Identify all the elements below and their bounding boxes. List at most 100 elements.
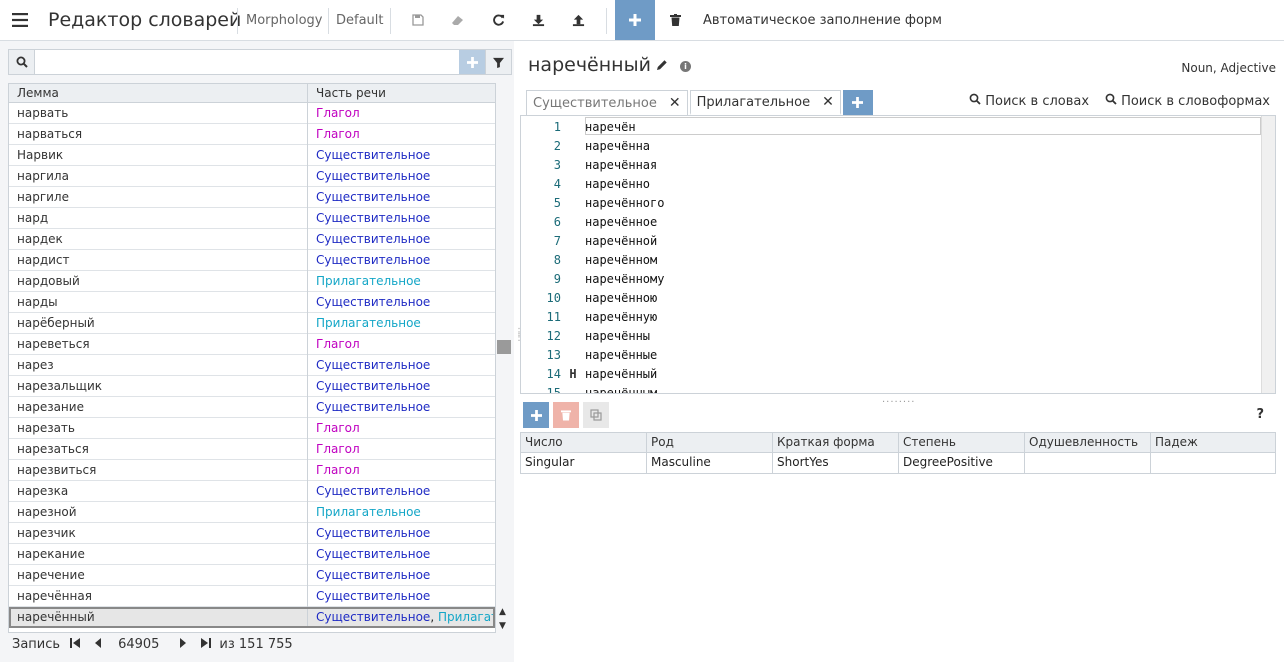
editor-line[interactable]: 1 наречён <box>521 117 1261 136</box>
tab-noun[interactable]: Существительное ✕ <box>526 90 688 115</box>
scroll-up-icon[interactable]: ▲ <box>499 607 506 617</box>
table-row[interactable]: нарезка Существительное <box>9 480 495 502</box>
table-row[interactable]: нареветься Глагол <box>9 333 495 355</box>
editor-line[interactable]: 5 наречённого <box>521 193 1261 212</box>
save-icon[interactable] <box>400 0 436 40</box>
table-row[interactable]: нарезаться Глагол <box>9 438 495 460</box>
editor-line[interactable]: 11 наречённую <box>521 307 1261 326</box>
editor-line[interactable]: 10 наречённою <box>521 288 1261 307</box>
table-row[interactable]: нарды Существительное <box>9 291 495 313</box>
lemma-cell: нарез <box>9 354 308 376</box>
table-row[interactable]: наргиле Существительное <box>9 186 495 208</box>
column-header[interactable]: Род <box>647 433 773 452</box>
upload-icon[interactable] <box>560 0 596 40</box>
last-page-icon[interactable] <box>201 637 212 652</box>
lemma-cell: нарезчик <box>9 522 308 544</box>
download-icon[interactable] <box>520 0 556 40</box>
breadcrumb-default[interactable]: Default <box>336 0 384 40</box>
search-in-words-button[interactable]: Поиск в словах <box>969 93 1089 109</box>
record-number-input[interactable]: 64905 <box>118 637 159 652</box>
info-icon[interactable]: i <box>680 61 691 72</box>
search-in-forms-button[interactable]: Поиск в словоформах <box>1105 93 1270 109</box>
table-row[interactable]: наречённая Существительное <box>9 585 495 607</box>
editor-line[interactable]: 9 наречённому <box>521 269 1261 288</box>
add-feature-button[interactable] <box>523 402 549 428</box>
prev-page-icon[interactable] <box>94 637 102 652</box>
feature-value-cell[interactable] <box>1025 453 1151 473</box>
delete-feature-button[interactable] <box>553 402 579 428</box>
feature-value-cell[interactable]: ShortYes <box>773 453 899 473</box>
editor-line[interactable]: 15 наречённым <box>521 383 1261 394</box>
table-row[interactable]: нарёберный Прилагательное <box>9 312 495 334</box>
editor-line[interactable]: 4 наречённо <box>521 174 1261 193</box>
add-entry-button[interactable] <box>615 0 655 40</box>
editor-line[interactable]: 14 Ннаречённый <box>521 364 1261 383</box>
trash-icon[interactable] <box>657 0 693 40</box>
table-row[interactable]: нарвать Глагол <box>9 102 495 124</box>
pos-cell: Существительное <box>316 357 431 372</box>
next-page-icon[interactable] <box>179 637 187 652</box>
editor-line[interactable]: 13 наречённые <box>521 345 1261 364</box>
table-row[interactable]: нарезвиться Глагол <box>9 459 495 481</box>
pencil-icon[interactable] <box>656 59 668 75</box>
wordform-text: наречённого <box>585 195 665 210</box>
breadcrumb-morphology[interactable]: Morphology <box>246 0 322 40</box>
column-header-lemma[interactable]: Лемма <box>9 84 308 102</box>
feature-value-cell[interactable]: Masculine <box>647 453 773 473</box>
table-row[interactable]: нард Существительное <box>9 207 495 229</box>
table-row[interactable]: нарезать Глагол <box>9 417 495 439</box>
first-page-icon[interactable] <box>70 637 81 652</box>
search-icon[interactable] <box>9 50 35 74</box>
editor-line[interactable]: 7 наречённой <box>521 231 1261 250</box>
column-header[interactable]: Степень <box>899 433 1025 452</box>
editor-line[interactable]: 8 наречённом <box>521 250 1261 269</box>
add-lemma-button[interactable] <box>459 50 485 74</box>
table-row[interactable]: нарезчик Существительное <box>9 522 495 544</box>
table-row[interactable]: Singular Masculine ShortYes DegreePositive <box>521 453 1275 473</box>
scroll-down-icon[interactable]: ▼ <box>499 621 506 631</box>
close-icon[interactable]: ✕ <box>822 94 834 110</box>
wordforms-editor[interactable]: 1 наречён 2 наречённа 3 наречённая 4 наречённо 5… <box>520 115 1276 394</box>
table-row[interactable]: нарезание Существительное <box>9 396 495 418</box>
column-header[interactable]: Одушевленность <box>1025 433 1151 452</box>
table-row[interactable]: нарезной Прилагательное <box>9 501 495 523</box>
feature-value-cell[interactable]: Singular <box>521 453 647 473</box>
copy-feature-button[interactable] <box>583 402 609 428</box>
editor-line[interactable]: 2 наречённа <box>521 136 1261 155</box>
editor-scrollbar[interactable] <box>1261 116 1275 393</box>
table-row[interactable]: Нарвик Существительное <box>9 144 495 166</box>
table-row[interactable]: нарваться Глагол <box>9 123 495 145</box>
resize-handle[interactable]: ········ <box>882 397 915 408</box>
filter-icon[interactable] <box>485 50 511 74</box>
menu-icon[interactable] <box>8 0 32 40</box>
column-header-pos[interactable]: Часть речи <box>308 84 495 102</box>
table-row-selected[interactable]: наречённый Существительное, Прилагат <box>9 606 495 628</box>
lemma-table-scrollbar[interactable]: ▲ ▼ <box>496 83 512 633</box>
editor-line[interactable]: 6 наречённое <box>521 212 1261 231</box>
pos-cell: Существительное <box>316 168 431 183</box>
refresh-icon[interactable] <box>480 0 516 40</box>
eraser-icon[interactable] <box>440 0 476 40</box>
table-row[interactable]: нарез Существительное <box>9 354 495 376</box>
tab-adjective[interactable]: Прилагательное ✕ <box>689 90 841 115</box>
lemma-search-input[interactable] <box>35 50 459 74</box>
table-row[interactable]: нардист Существительное <box>9 249 495 271</box>
table-row[interactable]: нардек Существительное <box>9 228 495 250</box>
feature-value-cell[interactable] <box>1151 453 1275 473</box>
table-row[interactable]: нарезальщик Существительное <box>9 375 495 397</box>
column-header[interactable]: Падеж <box>1151 433 1275 452</box>
help-button[interactable]: ? <box>1256 407 1264 422</box>
table-row[interactable]: нардовый Прилагательное <box>9 270 495 292</box>
feature-value-cell[interactable]: DegreePositive <box>899 453 1025 473</box>
scrollbar-thumb[interactable] <box>497 340 511 354</box>
autofill-forms-button[interactable]: Автоматическое заполнение форм <box>703 0 942 40</box>
table-row[interactable]: наргила Существительное <box>9 165 495 187</box>
column-header[interactable]: Число <box>521 433 647 452</box>
editor-line[interactable]: 3 наречённая <box>521 155 1261 174</box>
close-icon[interactable]: ✕ <box>669 95 681 111</box>
editor-line[interactable]: 12 наречённы <box>521 326 1261 345</box>
add-tab-button[interactable] <box>842 90 873 115</box>
column-header[interactable]: Краткая форма <box>773 433 899 452</box>
table-row[interactable]: нарекание Существительное <box>9 543 495 565</box>
table-row[interactable]: наречение Существительное <box>9 564 495 586</box>
